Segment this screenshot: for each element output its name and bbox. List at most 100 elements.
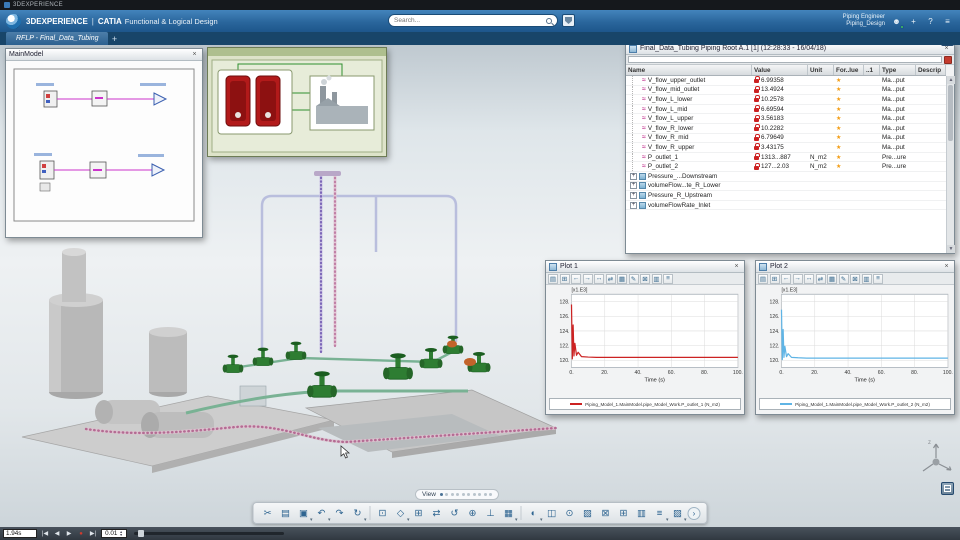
- column-header[interactable]: Type: [880, 65, 916, 75]
- zoom-next-icon[interactable]: →: [582, 273, 593, 284]
- view-dot[interactable]: [456, 493, 460, 496]
- pan-icon[interactable]: ⇄: [605, 273, 616, 284]
- view-dot[interactable]: [472, 493, 476, 496]
- speed-stepper[interactable]: 0.01 ▲ ▼: [101, 529, 127, 538]
- tab-rflp-final-data-tubing[interactable]: RFLP - Final_Data_Tubing: [6, 32, 109, 45]
- expander-icon[interactable]: +: [630, 201, 637, 209]
- section-icon[interactable]: ◫: [544, 505, 560, 521]
- user-icon[interactable]: ☻: [890, 15, 904, 29]
- zoom-icon[interactable]: ⊕: [465, 505, 481, 521]
- rotate-icon[interactable]: ↺: [447, 505, 463, 521]
- snap-icon[interactable]: ▥: [634, 505, 650, 521]
- fit-all-icon[interactable]: ⊞: [411, 505, 427, 521]
- paste-icon[interactable]: ▣ ▾: [296, 505, 313, 524]
- column-header[interactable]: Unit: [808, 65, 834, 75]
- table-row[interactable]: ≈ V_flow_R_lower 10.2282 ★ Ma...put: [626, 123, 946, 134]
- column-header[interactable]: ..1: [864, 65, 880, 75]
- render-style-icon[interactable]: ◐ ▾: [526, 505, 543, 524]
- table-row[interactable]: ≈ V_flow_L_upper 3.56183 ★ Ma...put: [626, 114, 946, 124]
- timeline-slider[interactable]: [134, 530, 284, 537]
- logic-diagram-canvas[interactable]: [6, 61, 202, 237]
- table-group-row[interactable]: + Pressure_R_Upstream: [626, 191, 946, 201]
- close-icon[interactable]: ×: [732, 262, 741, 271]
- main-model-titlebar[interactable]: MainModel ×: [6, 49, 202, 61]
- zoom-area-icon[interactable]: ⊡: [375, 505, 391, 521]
- table-row[interactable]: ≈ V_flow_L_mid 6.69594 ★ Ma...put: [626, 104, 946, 115]
- column-header[interactable]: Name: [626, 65, 752, 75]
- table-group-row[interactable]: + volumeFlow...te_R_Lower: [626, 182, 946, 192]
- scroll-thumb[interactable]: [948, 85, 953, 141]
- pan-icon[interactable]: ⇄: [815, 273, 826, 284]
- table-group-row[interactable]: + volumeFlowRate_Inlet: [626, 201, 946, 211]
- zoom-prev-icon[interactable]: ←: [571, 273, 581, 284]
- layout-icon[interactable]: ▤: [548, 273, 558, 284]
- grid-icon[interactable]: ⊞: [616, 505, 632, 521]
- scroll-down-icon[interactable]: ▼: [947, 245, 955, 253]
- options-icon[interactable]: ≡: [663, 273, 673, 284]
- screen-icon[interactable]: ▧: [580, 505, 596, 521]
- expander-icon[interactable]: +: [630, 182, 637, 190]
- filter-input[interactable]: [628, 56, 942, 63]
- copy-icon[interactable]: ▤: [278, 505, 294, 521]
- step-back-button[interactable]: ◀: [52, 529, 62, 539]
- fit-icon[interactable]: ↔: [594, 273, 604, 284]
- view-dot[interactable]: [483, 493, 487, 496]
- search-box[interactable]: [388, 14, 558, 27]
- menu-icon[interactable]: ≡: [941, 15, 954, 28]
- plot-canvas[interactable]: 0. 20. 40. 60. 80. 100. 120. 122. 124. 126. 128.[x…: [547, 285, 743, 383]
- view-dot[interactable]: [439, 493, 443, 496]
- expander-icon[interactable]: +: [630, 191, 637, 199]
- behavior-diagram[interactable]: [208, 48, 386, 156]
- normal-to-icon[interactable]: ⊥: [483, 505, 499, 521]
- update-icon[interactable]: ↻ ▾: [350, 505, 367, 524]
- record-dot[interactable]: ●: [76, 529, 86, 539]
- layout-icon[interactable]: ▤: [758, 273, 768, 284]
- go-start-button[interactable]: |◀: [40, 529, 50, 539]
- more-icon[interactable]: ›: [687, 506, 701, 520]
- redo-icon[interactable]: ↷: [332, 505, 348, 521]
- views-icon[interactable]: ▦ ▾: [501, 505, 518, 524]
- play-button[interactable]: ▶: [64, 529, 74, 539]
- table-row[interactable]: ≈ P_outlet_1 1313...887 N_m2 ★ Pre...ure: [626, 152, 946, 163]
- legend-icon[interactable]: ▦: [827, 273, 837, 284]
- plot-canvas[interactable]: 0. 20. 40. 60. 80. 100. 120. 122. 124. 126. 128.[x…: [757, 285, 953, 383]
- erase-icon[interactable]: ⊠: [850, 273, 860, 284]
- table-row[interactable]: ≈ V_flow_mid_outlet 13.4924 ★ Ma...put: [626, 85, 946, 96]
- help-icon[interactable]: ?: [924, 15, 937, 28]
- column-header[interactable]: Value: [752, 65, 808, 75]
- search-input[interactable]: [394, 17, 546, 24]
- view-cube-icon[interactable]: ◇ ▾: [393, 505, 410, 524]
- close-icon[interactable]: ×: [190, 50, 199, 59]
- view-dot[interactable]: [467, 493, 471, 496]
- speed-down-icon[interactable]: ▼: [119, 533, 122, 537]
- timeline-thumb[interactable]: [138, 530, 144, 537]
- edit-icon[interactable]: ✎: [628, 273, 639, 284]
- plot1-titlebar[interactable]: Plot 1 ×: [546, 261, 744, 273]
- plot2-titlebar[interactable]: Plot 2 ×: [756, 261, 954, 273]
- copy-icon[interactable]: ▥: [861, 273, 872, 284]
- scroll-up-icon[interactable]: ▲: [947, 76, 955, 84]
- close-icon[interactable]: ×: [942, 262, 951, 271]
- column-header[interactable]: For..lue: [834, 65, 864, 75]
- table-row[interactable]: ≈ P_outlet_2 127...2.03 N_m2 ★ Pre...ure: [626, 162, 946, 172]
- view-dot[interactable]: [450, 493, 454, 496]
- grid-icon[interactable]: ⊞: [769, 273, 780, 284]
- capture-icon[interactable]: ⊠: [598, 505, 614, 521]
- grid-icon[interactable]: ⊞: [559, 273, 570, 284]
- table-row[interactable]: ≈ V_flow_R_upper 3.43175 ★ Ma...put: [626, 143, 946, 153]
- table-row[interactable]: ≈ V_flow_L_lower 10.2578 ★ Ma...put: [626, 95, 946, 105]
- zoom-prev-icon[interactable]: ←: [781, 273, 791, 284]
- view-dot[interactable]: [445, 493, 449, 496]
- zoom-next-icon[interactable]: →: [792, 273, 803, 284]
- add-icon[interactable]: +: [907, 15, 920, 28]
- stop-icon[interactable]: [944, 55, 952, 64]
- table-scrollbar[interactable]: ▲ ▼: [946, 76, 955, 253]
- table-row[interactable]: ≈ V_flow_R_mid 6.79649 ★ Ma...put: [626, 133, 946, 144]
- user-info[interactable]: Piping Engineer Piping_Design: [843, 14, 885, 28]
- erase-icon[interactable]: ⊠: [640, 273, 650, 284]
- viewport-options-icon[interactable]: [941, 482, 954, 495]
- time-display[interactable]: 1.94s: [3, 529, 37, 538]
- view-switcher[interactable]: View: [415, 489, 500, 500]
- cut-icon[interactable]: ✂: [260, 505, 276, 521]
- go-end-button[interactable]: ▶|: [88, 529, 98, 539]
